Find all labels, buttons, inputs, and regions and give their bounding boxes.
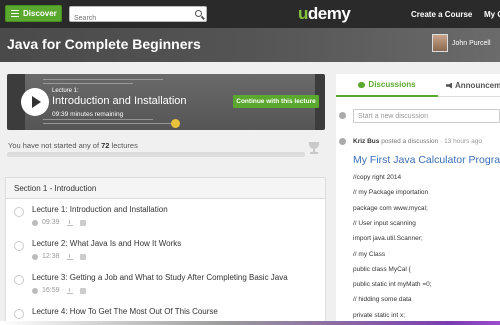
search-input[interactable] <box>70 11 190 26</box>
search-icon[interactable] <box>195 10 202 17</box>
code-line: package com www.mycal; <box>353 204 428 212</box>
download-icon[interactable] <box>66 219 73 226</box>
curriculum-list: Section 1 - Introduction Lecture 1: Intr… <box>5 177 326 325</box>
tab-announcements[interactable]: Announcements <box>446 74 500 97</box>
megaphone-icon <box>446 82 452 89</box>
completion-checkbox[interactable] <box>14 241 24 251</box>
my-courses-link[interactable]: My C <box>484 10 500 19</box>
discussion-panel: Discussions Announcements Start a new di… <box>336 74 500 325</box>
download-icon[interactable] <box>66 253 73 260</box>
top-nav: Discover udemy Create a Course My C <box>0 0 500 28</box>
lecture-meta: 12:38 <box>32 253 86 260</box>
clock-icon <box>32 287 38 294</box>
course-header: Java for Complete Beginners John Purcell <box>0 28 500 62</box>
code-line: private static int x; <box>353 311 406 319</box>
code-line: // User input scanning <box>353 219 416 227</box>
lecture-title[interactable]: Lecture 3: Getting a Job and What to Stu… <box>32 273 288 282</box>
time-remaining: 09:39 minutes remaining <box>52 111 124 118</box>
post-meta: Kriz Bus posted a discussion · 13 hours … <box>353 138 483 145</box>
search-box <box>69 6 207 26</box>
udemy-logo[interactable]: udemy <box>298 4 351 24</box>
lecture-title[interactable]: Lecture 4: How To Get The Most Out Of Th… <box>32 307 218 316</box>
code-line: import java.util.Scanner; <box>353 235 423 243</box>
post-time: · 13 hours ago <box>440 138 483 145</box>
cursor-marker-icon <box>171 119 180 128</box>
section-header[interactable]: Section 1 - Introduction <box>6 178 325 199</box>
notes-icon[interactable] <box>79 253 86 260</box>
trophy-icon <box>309 142 319 156</box>
lecture-number: Lecture 1: <box>52 88 79 94</box>
lecture-list: Lecture 1: Introduction and Installation… <box>6 199 325 325</box>
create-course-link[interactable]: Create a Course <box>411 10 472 19</box>
lecture-count: 72 <box>101 141 110 150</box>
poster-avatar-icon <box>339 138 346 145</box>
thumbnail-line <box>43 79 163 80</box>
course-progress-bar <box>7 152 305 157</box>
menu-icon <box>11 10 19 17</box>
completion-checkbox[interactable] <box>14 207 24 217</box>
code-line: //copy right 2014 <box>353 174 402 181</box>
panel-tabs: Discussions Announcements <box>336 74 500 97</box>
notes-icon[interactable] <box>79 219 86 226</box>
play-icon[interactable] <box>21 88 49 116</box>
bottom-strip <box>0 321 500 325</box>
clock-icon <box>32 219 38 226</box>
continue-lecture-button[interactable]: Continue with this lecture <box>233 95 319 108</box>
notes-icon[interactable] <box>79 287 86 294</box>
completion-checkbox[interactable] <box>14 309 24 319</box>
thumbnail-line <box>43 119 153 120</box>
lecture-duration: 09:39 <box>42 219 60 226</box>
lecture-meta: 16:59 <box>32 287 86 294</box>
discover-label: Discover <box>23 9 57 18</box>
instructor-avatar[interactable] <box>432 34 448 52</box>
clock-icon <box>32 253 38 260</box>
download-icon[interactable] <box>66 287 73 294</box>
lecture-player-preview[interactable]: Lecture 1: Introduction and Installation… <box>7 74 325 130</box>
lecture-meta: 09:39 <box>32 219 86 226</box>
thumbnail-line <box>43 123 173 124</box>
code-line: public static int myMath =0; <box>353 281 432 289</box>
discussion-title[interactable]: My First Java Calculator Program <box>353 154 500 166</box>
user-avatar-icon <box>339 112 346 119</box>
lecture-row[interactable]: Lecture 2: What Java Is and How It Works… <box>6 233 325 267</box>
new-discussion-input[interactable]: Start a new discussion <box>353 109 500 123</box>
lecture-duration: 12:38 <box>42 253 60 260</box>
progress-text: You have not started any of 72 lectures <box>8 141 138 150</box>
tab-discussions[interactable]: Discussions <box>336 74 438 97</box>
instructor-name[interactable]: John Purcell <box>452 40 491 47</box>
post-author[interactable]: Kriz Bus <box>353 138 379 145</box>
course-title: Java for Complete Beginners <box>7 36 201 52</box>
chat-bubble-icon <box>358 81 366 88</box>
discover-button[interactable]: Discover <box>5 5 62 22</box>
lecture-row[interactable]: Lecture 1: Introduction and Installation… <box>6 199 325 233</box>
code-line: // my Class <box>353 250 386 258</box>
lecture-title[interactable]: Lecture 2: What Java Is and How It Works <box>32 239 181 248</box>
code-line: // my Package importation <box>353 189 429 197</box>
completion-checkbox[interactable] <box>14 275 24 285</box>
lecture-title[interactable]: Lecture 1: Introduction and Installation <box>32 205 168 214</box>
lecture-title: Introduction and Installation <box>52 95 187 107</box>
thumbnail-line <box>43 83 133 84</box>
lecture-duration: 16:59 <box>42 287 60 294</box>
code-line: public class MyCal { <box>353 265 411 273</box>
lecture-row[interactable]: Lecture 3: Getting a Job and What to Stu… <box>6 267 325 301</box>
code-line: // hidding some data <box>353 296 412 304</box>
